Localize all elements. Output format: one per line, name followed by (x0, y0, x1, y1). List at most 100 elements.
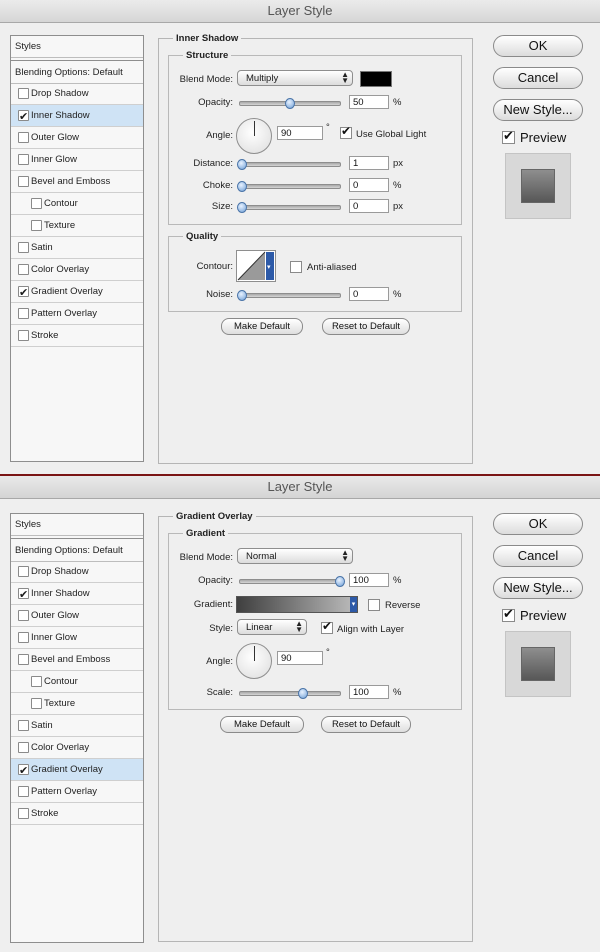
styles-header[interactable]: Styles (11, 36, 143, 58)
angle-input[interactable]: 90 (277, 651, 323, 665)
ok-button[interactable]: OK (493, 35, 583, 57)
effect-checkbox[interactable] (18, 786, 29, 797)
noise-input[interactable]: 0 (349, 287, 389, 301)
distance-input[interactable]: 1 (349, 156, 389, 170)
opacity-slider-thumb[interactable] (285, 98, 295, 109)
effect-checkbox[interactable] (31, 198, 42, 209)
new-style-button[interactable]: New Style... (493, 577, 583, 599)
effect-item-color-overlay[interactable]: Color Overlay (11, 737, 143, 758)
effect-checkbox[interactable] (18, 242, 29, 253)
make-default-button[interactable]: Make Default (220, 716, 304, 733)
effect-item-drop-shadow[interactable]: Drop Shadow (11, 83, 143, 104)
angle-dial[interactable] (236, 118, 272, 154)
scale-input[interactable]: 100 (349, 685, 389, 699)
choke-slider-thumb[interactable] (237, 181, 247, 192)
effect-item-inner-glow[interactable]: Inner Glow (11, 627, 143, 648)
angle-input[interactable]: 90 (277, 126, 323, 140)
choke-input[interactable]: 0 (349, 178, 389, 192)
effect-item-inner-shadow[interactable]: Inner Shadow (11, 105, 143, 128)
effect-item-inner-glow[interactable]: Inner Glow (11, 149, 143, 170)
opacity-slider[interactable] (239, 576, 345, 587)
effect-checkbox[interactable] (31, 676, 42, 687)
anti-aliased-checkbox[interactable] (290, 261, 302, 273)
blend-mode-select[interactable]: Multiply ▲ ▼ (237, 70, 353, 86)
blending-options[interactable]: Blending Options: Default (11, 540, 143, 562)
effect-item-color-overlay[interactable]: Color Overlay (11, 259, 143, 280)
effect-checkbox[interactable] (18, 283, 29, 304)
effect-checkbox[interactable] (18, 808, 29, 819)
ok-button[interactable]: OK (493, 513, 583, 535)
opacity-input[interactable]: 50 (349, 95, 389, 109)
effect-checkbox[interactable] (18, 610, 29, 621)
effect-checkbox[interactable] (18, 330, 29, 341)
effect-checkbox[interactable] (18, 154, 29, 165)
effect-item-stroke[interactable]: Stroke (11, 803, 143, 824)
effect-item-bevel-and-emboss[interactable]: Bevel and Emboss (11, 649, 143, 670)
distance-slider-thumb[interactable] (237, 159, 247, 170)
effect-checkbox[interactable] (18, 264, 29, 275)
effect-item-pattern-overlay[interactable]: Pattern Overlay (11, 781, 143, 802)
effect-item-texture[interactable]: Texture (11, 215, 143, 236)
reset-to-default-button[interactable]: Reset to Default (321, 716, 411, 733)
effect-item-satin[interactable]: Satin (11, 715, 143, 736)
effect-item-drop-shadow[interactable]: Drop Shadow (11, 561, 143, 582)
opacity-slider-thumb[interactable] (335, 576, 345, 587)
effect-checkbox[interactable] (31, 698, 42, 709)
effect-item-satin[interactable]: Satin (11, 237, 143, 258)
noise-slider[interactable] (237, 290, 341, 301)
effect-checkbox[interactable] (18, 308, 29, 319)
effect-item-gradient-overlay[interactable]: Gradient Overlay (11, 281, 143, 304)
size-slider[interactable] (237, 202, 341, 213)
blend-mode-select[interactable]: Normal ▲ ▼ (237, 548, 353, 564)
contour-picker[interactable]: ▾ (236, 250, 276, 282)
noise-slider-thumb[interactable] (237, 290, 247, 301)
effect-item-contour[interactable]: Contour (11, 671, 143, 692)
cancel-button[interactable]: Cancel (493, 545, 583, 567)
effect-checkbox[interactable] (18, 566, 29, 577)
make-default-button[interactable]: Make Default (221, 318, 303, 335)
effect-item-inner-shadow[interactable]: Inner Shadow (11, 583, 143, 606)
scale-slider[interactable] (239, 688, 341, 699)
effect-checkbox[interactable] (18, 176, 29, 187)
effect-item-bevel-and-emboss[interactable]: Bevel and Emboss (11, 171, 143, 192)
effect-checkbox[interactable] (18, 107, 29, 128)
effect-checkbox[interactable] (18, 654, 29, 665)
angle-dial[interactable] (236, 643, 272, 679)
effect-item-stroke[interactable]: Stroke (11, 325, 143, 346)
new-style-button[interactable]: New Style... (493, 99, 583, 121)
effect-checkbox[interactable] (18, 632, 29, 643)
size-input[interactable]: 0 (349, 199, 389, 213)
use-global-light-checkbox[interactable] (340, 124, 352, 139)
blending-options[interactable]: Blending Options: Default (11, 62, 143, 84)
align-with-layer-checkbox[interactable] (321, 619, 333, 634)
effect-item-pattern-overlay[interactable]: Pattern Overlay (11, 303, 143, 324)
reset-to-default-button[interactable]: Reset to Default (322, 318, 410, 335)
cancel-button[interactable]: Cancel (493, 67, 583, 89)
effect-checkbox[interactable] (18, 720, 29, 731)
preview-checkbox[interactable] (502, 606, 515, 622)
size-slider-thumb[interactable] (237, 202, 247, 213)
gradient-dropdown-icon[interactable]: ▾ (350, 597, 357, 612)
effect-checkbox[interactable] (18, 742, 29, 753)
preview-checkbox[interactable] (502, 128, 515, 144)
effect-checkbox[interactable] (31, 220, 42, 231)
distance-slider[interactable] (237, 159, 341, 170)
effect-checkbox[interactable] (18, 761, 29, 782)
style-select[interactable]: Linear ▲ ▼ (237, 619, 307, 635)
effect-item-outer-glow[interactable]: Outer Glow (11, 605, 143, 626)
effect-checkbox[interactable] (18, 585, 29, 606)
effect-checkbox[interactable] (18, 132, 29, 143)
opacity-input[interactable]: 100 (349, 573, 389, 587)
effect-checkbox[interactable] (18, 88, 29, 99)
effect-item-contour[interactable]: Contour (11, 193, 143, 214)
effect-item-texture[interactable]: Texture (11, 693, 143, 714)
scale-slider-thumb[interactable] (298, 688, 308, 699)
styles-header[interactable]: Styles (11, 514, 143, 536)
choke-slider[interactable] (237, 181, 341, 192)
reverse-checkbox[interactable] (368, 599, 380, 611)
effect-item-outer-glow[interactable]: Outer Glow (11, 127, 143, 148)
opacity-slider[interactable] (239, 98, 341, 109)
gradient-picker[interactable]: ▾ (236, 596, 358, 613)
shadow-color-swatch[interactable] (360, 71, 392, 87)
effect-item-gradient-overlay[interactable]: Gradient Overlay (11, 759, 143, 782)
